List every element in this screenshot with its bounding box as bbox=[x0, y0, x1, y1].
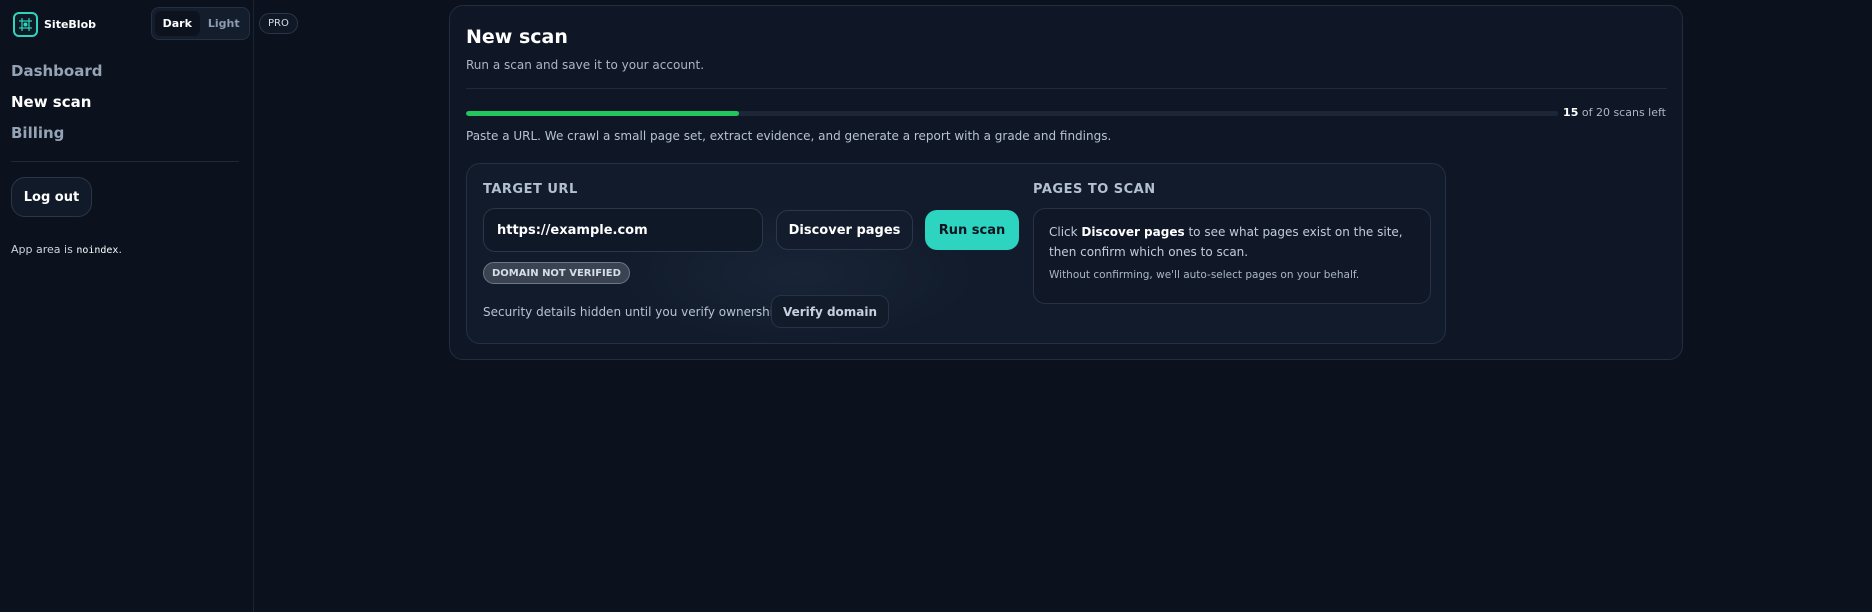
pages-to-scan-box: Click Discover pages to see what pages e… bbox=[1033, 208, 1431, 304]
usage-label: 15 of 20 scans left bbox=[1563, 106, 1666, 119]
divider bbox=[466, 88, 1667, 89]
sidebar-item-billing[interactable]: Billing bbox=[11, 122, 102, 153]
sidebar: SiteBlob Dark Light Dashboard New scan B… bbox=[0, 0, 254, 612]
run-scan-button[interactable]: Run scan bbox=[925, 210, 1019, 250]
sidebar-nav: Dashboard New scan Billing bbox=[11, 60, 102, 153]
theme-light-option[interactable]: Light bbox=[202, 11, 247, 36]
brand-name: SiteBlob bbox=[44, 18, 96, 31]
usage-progress-bar bbox=[466, 111, 1558, 116]
sidebar-item-dashboard[interactable]: Dashboard bbox=[11, 60, 102, 91]
pages-to-scan-label: PAGES TO SCAN bbox=[1033, 182, 1156, 197]
target-url-label: TARGET URL bbox=[483, 182, 578, 197]
verify-domain-button[interactable]: Verify domain bbox=[771, 295, 889, 328]
noindex-note: App area is noindex. bbox=[11, 243, 122, 256]
note-code: noindex bbox=[76, 245, 119, 256]
brand[interactable]: SiteBlob bbox=[13, 12, 96, 37]
page-subtitle: Run a scan and save it to your account. bbox=[466, 58, 705, 72]
domain-status-badge: DOMAIN NOT VERIFIED bbox=[483, 262, 630, 284]
usage-suffix: of 20 scans left bbox=[1581, 106, 1666, 119]
usage-count: 15 bbox=[1563, 106, 1579, 119]
usage-progress-fill bbox=[466, 111, 739, 116]
page-title: New scan bbox=[466, 26, 568, 48]
discover-pages-button[interactable]: Discover pages bbox=[776, 210, 913, 250]
scan-form-panel: TARGET URL Discover pages Run scan DOMAI… bbox=[466, 163, 1446, 344]
new-scan-card: New scan Run a scan and save it to your … bbox=[449, 5, 1683, 360]
pages-hint: Click Discover pages to see what pages e… bbox=[1049, 222, 1415, 262]
pages-hint-before: Click bbox=[1049, 225, 1078, 239]
theme-dark-option[interactable]: Dark bbox=[155, 11, 200, 36]
security-hint: Security details hidden until you verify… bbox=[483, 305, 785, 319]
note-suffix: . bbox=[118, 243, 122, 256]
target-url-input[interactable] bbox=[483, 208, 763, 252]
pages-hint-bold: Discover pages bbox=[1081, 225, 1185, 239]
logout-button[interactable]: Log out bbox=[11, 177, 92, 217]
intro-text: Paste a URL. We crawl a small page set, … bbox=[466, 129, 1112, 143]
sidebar-item-new-scan[interactable]: New scan bbox=[11, 91, 102, 122]
sidebar-divider bbox=[11, 161, 239, 162]
plan-badge: PRO bbox=[259, 13, 298, 34]
note-prefix: App area is bbox=[11, 243, 73, 256]
pages-note: Without confirming, we'll auto-select pa… bbox=[1049, 269, 1360, 281]
theme-toggle: Dark Light bbox=[151, 7, 250, 40]
grid-icon bbox=[13, 12, 38, 37]
